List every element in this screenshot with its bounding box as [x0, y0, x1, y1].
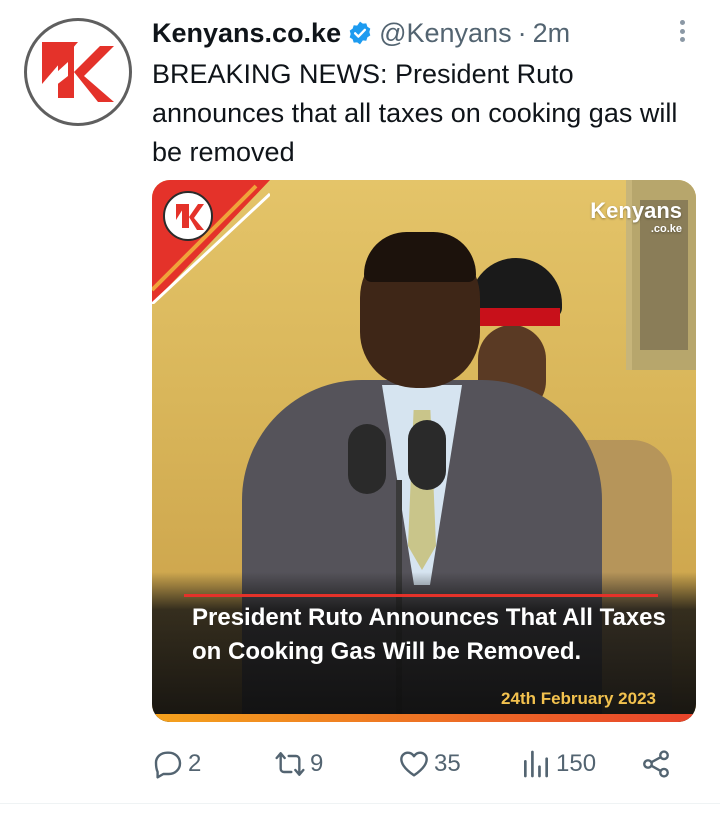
kenyans-corner-badge: [152, 180, 270, 304]
tweet-divider: [0, 803, 720, 804]
like-button[interactable]: 35: [398, 742, 461, 786]
microphone-icon: [348, 424, 386, 494]
media-caption: President Ruto Announces That All Taxes …: [192, 604, 666, 665]
header-separator: ·: [517, 17, 527, 48]
kenyans-k-logo: [42, 42, 114, 102]
retweet-button[interactable]: 9: [274, 742, 323, 786]
share-icon: [643, 750, 669, 778]
brand-wordmark: Kenyans .co.ke: [590, 198, 682, 236]
views-count: 150: [556, 750, 597, 777]
author-display-name[interactable]: Kenyans.co.ke: [152, 18, 341, 49]
more-vertical-icon[interactable]: [672, 16, 692, 46]
microphone-icon: [408, 420, 446, 490]
retweet-count: 9: [310, 750, 324, 777]
tweet-timestamp[interactable]: 2m: [533, 18, 571, 49]
author-handle[interactable]: @Kenyans: [379, 18, 511, 49]
reply-count: 2: [188, 750, 202, 777]
verified-badge-icon: [347, 20, 373, 46]
caption-bottom-bar: [152, 714, 696, 722]
author-avatar[interactable]: [24, 18, 132, 126]
caption-divider: [184, 594, 658, 597]
heart-icon: [400, 751, 428, 777]
reply-icon: [154, 751, 182, 779]
share-button[interactable]: [640, 742, 672, 786]
like-count: 35: [434, 750, 461, 777]
tweet-media-image[interactable]: Kenyans .co.ke President Ruto Announces …: [152, 180, 696, 722]
tweet-header: Kenyans.co.ke @Kenyans · 2m: [152, 14, 570, 52]
retweet-icon: [275, 752, 305, 776]
media-caption-date: 24th February 2023: [501, 689, 656, 708]
views-button[interactable]: 150: [520, 742, 596, 786]
tweet-text: BREAKING NEWS: President Ruto announces …: [152, 59, 678, 167]
reply-button[interactable]: 2: [152, 742, 201, 786]
views-bar-chart-icon: [524, 750, 548, 778]
officer-cap-band: [474, 308, 560, 326]
tweet-actions: 2 9 35 150: [152, 742, 692, 786]
